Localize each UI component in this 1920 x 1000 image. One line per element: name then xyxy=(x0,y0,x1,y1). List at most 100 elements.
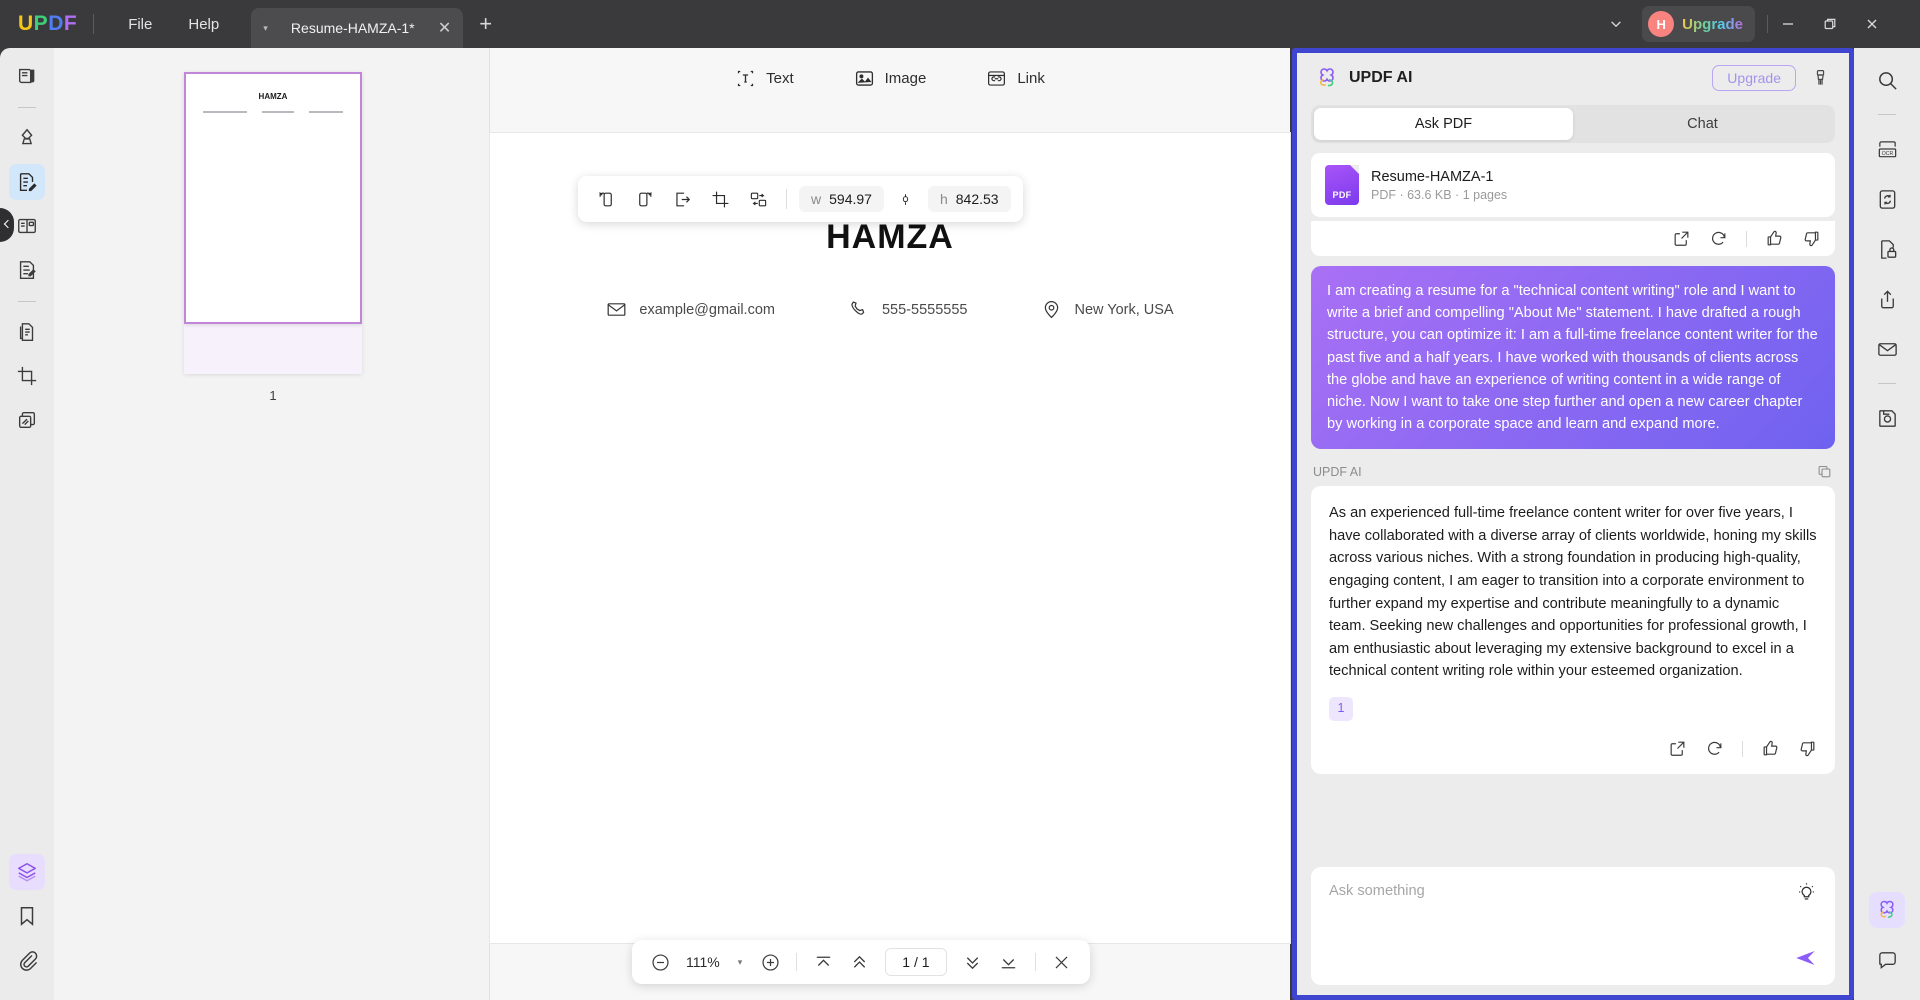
thumbnail-lines xyxy=(186,111,360,113)
close-zoombar-button[interactable] xyxy=(1046,946,1078,978)
send-icon[interactable] xyxy=(1793,945,1819,971)
divider xyxy=(1767,15,1768,33)
ocr-icon[interactable]: OCR xyxy=(1869,131,1905,167)
zoom-dropdown-caret[interactable]: ▾ xyxy=(730,957,751,968)
insert-icon[interactable] xyxy=(1672,229,1691,248)
page-thumbnail[interactable]: HAMZA xyxy=(184,72,362,324)
ai-assistant-icon[interactable] xyxy=(1869,892,1905,928)
rotate-left-icon[interactable] xyxy=(590,183,622,215)
email-icon[interactable] xyxy=(1869,331,1905,367)
thumbnail-panel: HAMZA 1 xyxy=(54,48,490,1000)
convert-icon[interactable] xyxy=(9,314,45,350)
toolbar-text-label: Text xyxy=(766,69,794,87)
page-navigation-bar: 111% ▾ 1 / 1 xyxy=(632,940,1090,984)
toolbar-image-label: Image xyxy=(884,69,927,87)
batch-icon[interactable] xyxy=(9,402,45,438)
zoom-level-label[interactable]: 111% xyxy=(680,954,726,970)
menu-file[interactable]: File xyxy=(110,10,170,39)
pdf-page[interactable]: HAMZA example@gmail.com 555-5555555 New … xyxy=(490,133,1290,943)
citation-badge[interactable]: 1 xyxy=(1329,697,1353,722)
comment-bubble-icon[interactable] xyxy=(1869,942,1905,978)
contact-phone: 555-5555555 xyxy=(849,299,967,320)
prompt-ideas-icon[interactable] xyxy=(1796,881,1817,902)
avatar[interactable]: H xyxy=(1648,11,1675,37)
crop-image-icon[interactable] xyxy=(704,183,736,215)
replace-image-icon[interactable] xyxy=(742,183,774,215)
thumbs-down-icon[interactable] xyxy=(1802,229,1821,248)
first-page-button[interactable] xyxy=(807,946,839,978)
updf-ai-logo-icon xyxy=(1319,68,1334,87)
height-field[interactable]: h 842.53 xyxy=(927,186,1011,212)
menu-help[interactable]: Help xyxy=(170,10,237,39)
ai-conversation-scroll[interactable]: PDF Resume-HAMZA-1 PDF · 63.6 KB · 1 pag… xyxy=(1297,143,1849,855)
tab-close-icon[interactable]: ✕ xyxy=(438,18,451,38)
regenerate-icon[interactable] xyxy=(1705,739,1724,758)
insert-icon[interactable] xyxy=(1668,739,1687,758)
thumbs-down-icon[interactable] xyxy=(1798,739,1817,758)
thumbs-up-icon[interactable] xyxy=(1761,739,1780,758)
edit-pdf-icon[interactable] xyxy=(9,164,45,200)
protect-lock-icon[interactable] xyxy=(1869,231,1905,267)
document-viewport: Text Image Link w 594.97 h 842.53 HAMZA … xyxy=(490,48,1290,1000)
updf-application-window: UPDF File Help ▾ Resume-HAMZA-1* ✕ + H U… xyxy=(0,0,1920,1000)
toolbar-text-button[interactable]: Text xyxy=(735,68,794,89)
comment-highlight-icon[interactable] xyxy=(9,120,45,156)
chevron-down-icon[interactable] xyxy=(1594,10,1638,38)
rotate-right-icon[interactable] xyxy=(628,183,660,215)
ai-input-box[interactable]: Ask something xyxy=(1311,867,1835,985)
save-icon[interactable] xyxy=(1869,400,1905,436)
contact-location: New York, USA xyxy=(1041,299,1174,320)
close-button[interactable] xyxy=(1864,16,1906,32)
attachment-icon[interactable] xyxy=(9,942,45,978)
tab-title: Resume-HAMZA-1* xyxy=(290,20,415,36)
toolbar-image-button[interactable]: Image xyxy=(854,68,927,89)
layers-icon[interactable] xyxy=(9,854,45,890)
ai-upgrade-button[interactable]: Upgrade xyxy=(1712,65,1796,91)
contact-email: example@gmail.com xyxy=(606,299,775,320)
width-value: 594.97 xyxy=(829,191,872,207)
tab-dropdown-caret[interactable]: ▾ xyxy=(263,23,268,34)
zoom-out-button[interactable] xyxy=(644,946,676,978)
page-organize-icon[interactable] xyxy=(9,208,45,244)
document-tab[interactable]: ▾ Resume-HAMZA-1* ✕ xyxy=(251,8,464,48)
minimize-button[interactable] xyxy=(1780,16,1822,32)
search-icon[interactable] xyxy=(1869,62,1905,98)
link-ratio-icon[interactable] xyxy=(890,183,922,215)
toolbar-link-button[interactable]: Link xyxy=(986,68,1045,89)
form-edit-icon[interactable] xyxy=(9,252,45,288)
clear-chat-icon[interactable] xyxy=(1810,68,1831,89)
share-upload-icon[interactable] xyxy=(1869,281,1905,317)
ai-header-actions: Upgrade xyxy=(1712,65,1831,91)
divider xyxy=(796,953,798,971)
divider xyxy=(786,189,787,209)
updf-logo: UPDF xyxy=(18,12,78,35)
file-card-text: Resume-HAMZA-1 PDF · 63.6 KB · 1 pages xyxy=(1371,169,1507,202)
crop-icon[interactable] xyxy=(9,358,45,394)
title-bar: UPDF File Help ▾ Resume-HAMZA-1* ✕ + H U… xyxy=(0,0,1920,48)
reader-icon[interactable] xyxy=(9,58,45,94)
ask-input-placeholder[interactable]: Ask something xyxy=(1329,883,1817,899)
page-indicator[interactable]: 1 / 1 xyxy=(885,948,947,976)
width-field[interactable]: w 594.97 xyxy=(799,186,884,212)
copy-icon[interactable] xyxy=(1816,463,1833,480)
previous-page-button[interactable] xyxy=(843,946,875,978)
upgrade-button[interactable]: H Upgrade xyxy=(1642,6,1755,42)
ai-message-bubble: As an experienced full-time freelance co… xyxy=(1311,486,1835,775)
last-page-button[interactable] xyxy=(993,946,1025,978)
extract-image-icon[interactable] xyxy=(666,183,698,215)
zoom-in-button[interactable] xyxy=(754,946,786,978)
thumbs-up-icon[interactable] xyxy=(1765,229,1784,248)
thumbnail-item[interactable]: HAMZA 1 xyxy=(184,72,362,403)
tab-ask-pdf[interactable]: Ask PDF xyxy=(1314,108,1573,140)
height-value: 842.53 xyxy=(955,191,999,207)
regenerate-icon[interactable] xyxy=(1709,229,1728,248)
location-pin-icon xyxy=(1045,301,1059,319)
convert-sync-icon[interactable] xyxy=(1869,181,1905,217)
maximize-button[interactable] xyxy=(1822,16,1864,32)
next-page-button[interactable] xyxy=(957,946,989,978)
tab-chat[interactable]: Chat xyxy=(1573,108,1832,140)
attached-file-card[interactable]: PDF Resume-HAMZA-1 PDF · 63.6 KB · 1 pag… xyxy=(1311,153,1835,217)
new-tab-button[interactable]: + xyxy=(479,11,492,37)
ai-message-text: As an experienced full-time freelance co… xyxy=(1329,505,1817,680)
bookmark-icon[interactable] xyxy=(9,898,45,934)
